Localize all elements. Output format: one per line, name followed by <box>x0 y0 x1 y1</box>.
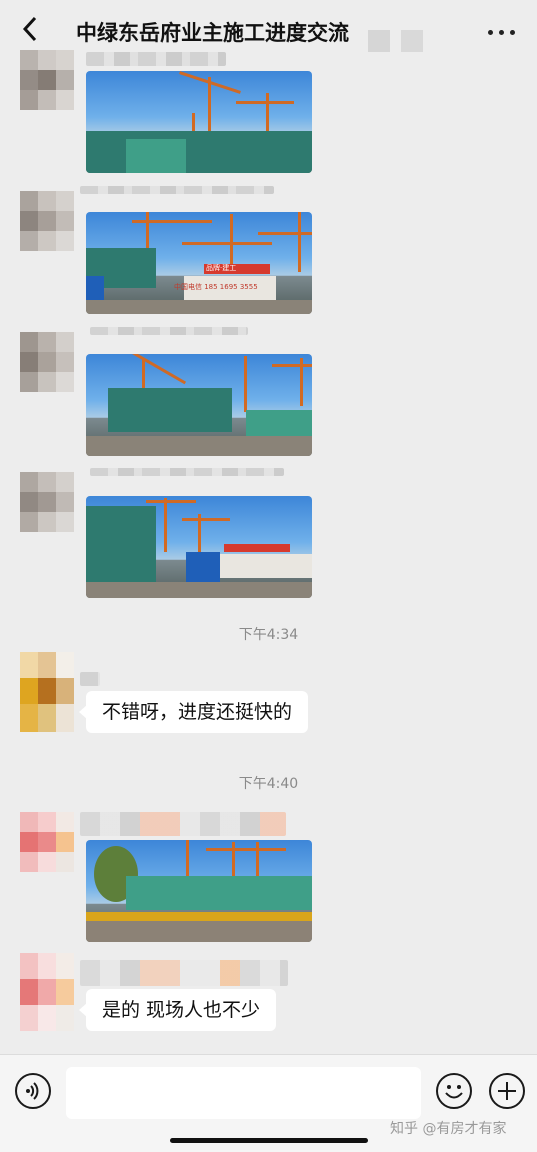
image-message[interactable]: 品牌·建工 中国电信 185 1695 3555 <box>86 212 312 314</box>
image-message[interactable] <box>86 496 312 598</box>
text-message[interactable]: 是的 现场人也不少 <box>78 989 277 1031</box>
sender-name-blur <box>80 812 286 836</box>
title-blur <box>368 30 423 52</box>
avatar[interactable] <box>20 472 74 532</box>
photo-phone-text: 中国电信 185 1695 3555 <box>174 283 258 291</box>
sender-name-blur <box>80 960 288 986</box>
timestamp: 下午4:40 <box>238 776 299 792</box>
avatar[interactable] <box>20 191 74 251</box>
chat-header: 中绿东岳府业主施工进度交流 <box>0 0 537 62</box>
more-options-icon[interactable] <box>486 22 518 42</box>
avatar[interactable] <box>20 332 74 392</box>
add-attachment-icon[interactable] <box>489 1073 525 1109</box>
sender-name-blur <box>86 52 226 66</box>
emoji-icon[interactable] <box>436 1073 472 1109</box>
image-message[interactable] <box>86 840 312 942</box>
timestamp: 下午4:34 <box>238 627 299 643</box>
chat-title: 中绿东岳府业主施工进度交流 <box>76 21 349 45</box>
avatar[interactable] <box>20 50 74 110</box>
avatar[interactable] <box>20 812 74 872</box>
avatar[interactable] <box>20 652 74 732</box>
home-indicator[interactable] <box>170 1138 368 1143</box>
sender-name-blur <box>80 186 274 194</box>
photo-banner-text: 品牌·建工 <box>206 264 237 272</box>
image-message[interactable] <box>86 354 312 456</box>
text-message[interactable]: 不错呀，进度还挺快的 <box>78 691 309 733</box>
watermark: 知乎 @有房才有家 <box>390 1121 507 1137</box>
message-input[interactable] <box>66 1067 421 1119</box>
voice-input-icon[interactable] <box>15 1073 51 1109</box>
sender-name-blur <box>90 327 248 335</box>
sender-name-blur <box>80 672 100 686</box>
back-icon[interactable] <box>20 14 42 44</box>
sender-name-blur <box>90 468 284 476</box>
avatar[interactable] <box>20 953 74 1031</box>
image-message[interactable] <box>86 71 312 173</box>
